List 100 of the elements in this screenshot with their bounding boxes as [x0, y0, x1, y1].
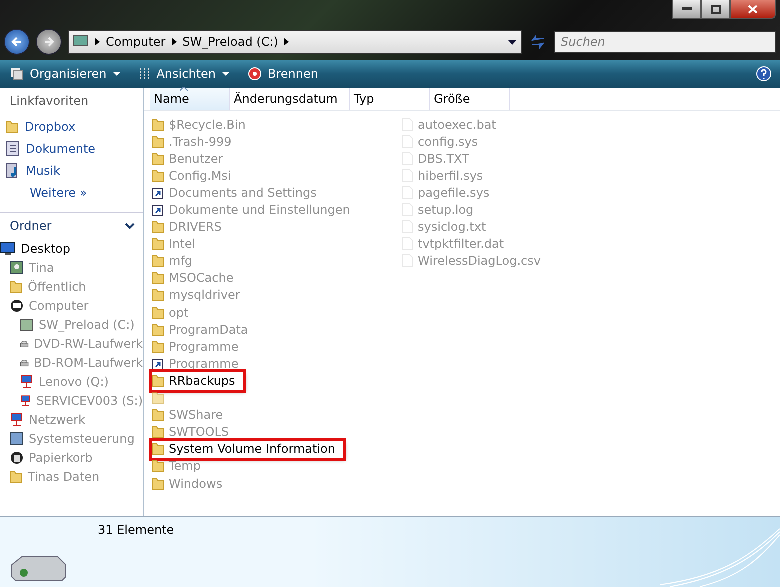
pages-icon	[10, 67, 24, 81]
tree-item[interactable]: Papierkorb	[0, 448, 143, 467]
drive-icon	[20, 318, 34, 332]
file-name[interactable]: RRbackups	[169, 374, 236, 388]
favorite-link[interactable]: Musik	[0, 160, 143, 182]
tree-item[interactable]: Systemsteuerung	[0, 429, 143, 448]
tree-item[interactable]: Netzwerk	[0, 410, 143, 429]
music-icon	[6, 163, 20, 179]
file-name[interactable]: SWTOOLS	[169, 425, 230, 440]
file-name[interactable]: setup.log	[418, 203, 474, 218]
address-bar[interactable]: Computer SW_Preload (C:)	[68, 30, 522, 54]
highlighted-row[interactable]: RRbackups	[152, 372, 244, 390]
highlighted-row[interactable]: System Volume Information	[152, 440, 344, 458]
file-name[interactable]: tvtpktfilter.dat	[418, 237, 504, 252]
file-name[interactable]: Windows	[169, 476, 223, 491]
arrow-left-icon	[11, 36, 23, 48]
chevron-icon	[172, 38, 177, 46]
file-name[interactable]: hiberfil.sys	[418, 168, 484, 183]
file-name[interactable]: mysqldriver	[169, 288, 240, 302]
folder-icon	[152, 459, 165, 474]
folder-icon	[152, 271, 165, 286]
maximize-button[interactable]	[701, 0, 730, 19]
control-panel-icon	[10, 432, 24, 446]
column-header[interactable]: Name	[150, 88, 230, 110]
breadcrumb[interactable]: Computer	[106, 35, 166, 49]
folder-icon	[152, 408, 165, 422]
folder-icon	[152, 425, 165, 440]
folder-icon	[152, 254, 165, 268]
file-name[interactable]: Config.Msi	[169, 168, 232, 183]
folder-icon	[10, 280, 23, 294]
folder-icon	[152, 168, 165, 183]
tree-item[interactable]: Tinas Daten	[0, 467, 143, 486]
tree-item[interactable]: Tina	[0, 258, 143, 277]
folder-icon	[152, 306, 165, 320]
tree-item[interactable]: BD-ROM-Laufwerk	[0, 353, 143, 372]
forward-button[interactable]	[36, 29, 62, 55]
shortcut-icon	[152, 186, 165, 200]
chevron-icon	[284, 38, 290, 46]
file-name[interactable]: pagefile.sys	[418, 186, 490, 200]
tree-item[interactable]: DVD-RW-Laufwerk	[0, 334, 143, 353]
folder-icon	[152, 152, 165, 166]
arrow-right-icon	[43, 36, 55, 48]
file-name[interactable]: Documents and Settings	[169, 186, 317, 200]
dropdown-icon	[222, 72, 230, 76]
maximize-icon	[710, 4, 720, 14]
file-name[interactable]: DRIVERS	[169, 220, 222, 234]
back-button[interactable]	[4, 29, 30, 55]
file-name[interactable]: SWShare	[169, 408, 224, 422]
folder-icon	[152, 322, 165, 337]
file-name[interactable]: DBS.TXT	[418, 152, 470, 166]
network-icon	[20, 394, 32, 408]
help-icon[interactable]	[756, 66, 772, 82]
favorite-link[interactable]: Dropbox	[0, 116, 143, 138]
chevron-down-icon[interactable]	[125, 222, 135, 230]
file-name[interactable]: Temp	[169, 459, 201, 474]
file-name[interactable]: Programme	[169, 356, 239, 371]
folder-icon	[152, 118, 165, 132]
grid-icon	[138, 67, 151, 81]
tree-item[interactable]: SW_Preload (C:)	[0, 315, 143, 334]
close-icon	[748, 4, 758, 14]
favorite-link[interactable]: Dokumente	[0, 138, 143, 160]
favorite-link[interactable]: Weitere »	[0, 182, 143, 204]
tree-item[interactable]: Öffentlich	[0, 277, 143, 296]
file-name[interactable]: .Trash-999	[169, 134, 232, 149]
search-field[interactable]: Suchen	[554, 31, 776, 53]
shortcut-icon	[152, 203, 165, 218]
file-name[interactable]: Intel	[169, 237, 196, 252]
dropdown-icon[interactable]	[508, 40, 517, 44]
folder-icon	[152, 391, 165, 406]
file-name[interactable]: sysiclog.txt	[418, 220, 486, 234]
close-button[interactable]	[730, 0, 776, 19]
computer-icon	[10, 298, 24, 312]
tree-item[interactable]: Desktop	[0, 239, 143, 258]
toolbar-button[interactable]: Organisieren	[8, 65, 123, 83]
toolbar-button[interactable]: Ansichten	[136, 65, 232, 83]
file-name[interactable]: MSOCache	[169, 271, 234, 286]
computer-icon	[73, 35, 89, 49]
file-name[interactable]: Benutzer	[169, 152, 224, 166]
monitor-icon	[0, 242, 16, 256]
breadcrumb[interactable]: SW_Preload (C:)	[182, 35, 278, 49]
tree-item[interactable]: Lenovo (Q:)	[0, 372, 143, 391]
file-name[interactable]: ProgramData	[169, 322, 248, 337]
file-name[interactable]: Programme	[169, 340, 239, 354]
minimize-button[interactable]	[672, 0, 701, 19]
tree-item[interactable]: SERVICEV003 (S:)	[0, 391, 143, 410]
folder-icon	[152, 476, 165, 491]
toolbar-button[interactable]: Brennen	[246, 65, 320, 83]
file-name[interactable]: System Volume Information	[169, 442, 336, 456]
file-name[interactable]: config.sys	[418, 134, 478, 149]
file-name[interactable]: mfg	[169, 254, 193, 268]
tree-item[interactable]: Computer	[0, 296, 143, 315]
file-name[interactable]: autoexec.bat	[418, 118, 496, 132]
shortcut-icon	[152, 356, 165, 371]
section-title: Linkfavoriten	[9, 93, 90, 110]
file-name[interactable]: WirelessDiagLog.csv	[418, 254, 541, 268]
file-name[interactable]: Dokumente und Einstellungen	[169, 203, 350, 218]
file-name[interactable]: $Recycle.Bin	[169, 118, 246, 132]
dropdown-icon	[112, 72, 121, 76]
file-name[interactable]: opt	[169, 306, 189, 320]
folder-icon	[152, 288, 165, 302]
